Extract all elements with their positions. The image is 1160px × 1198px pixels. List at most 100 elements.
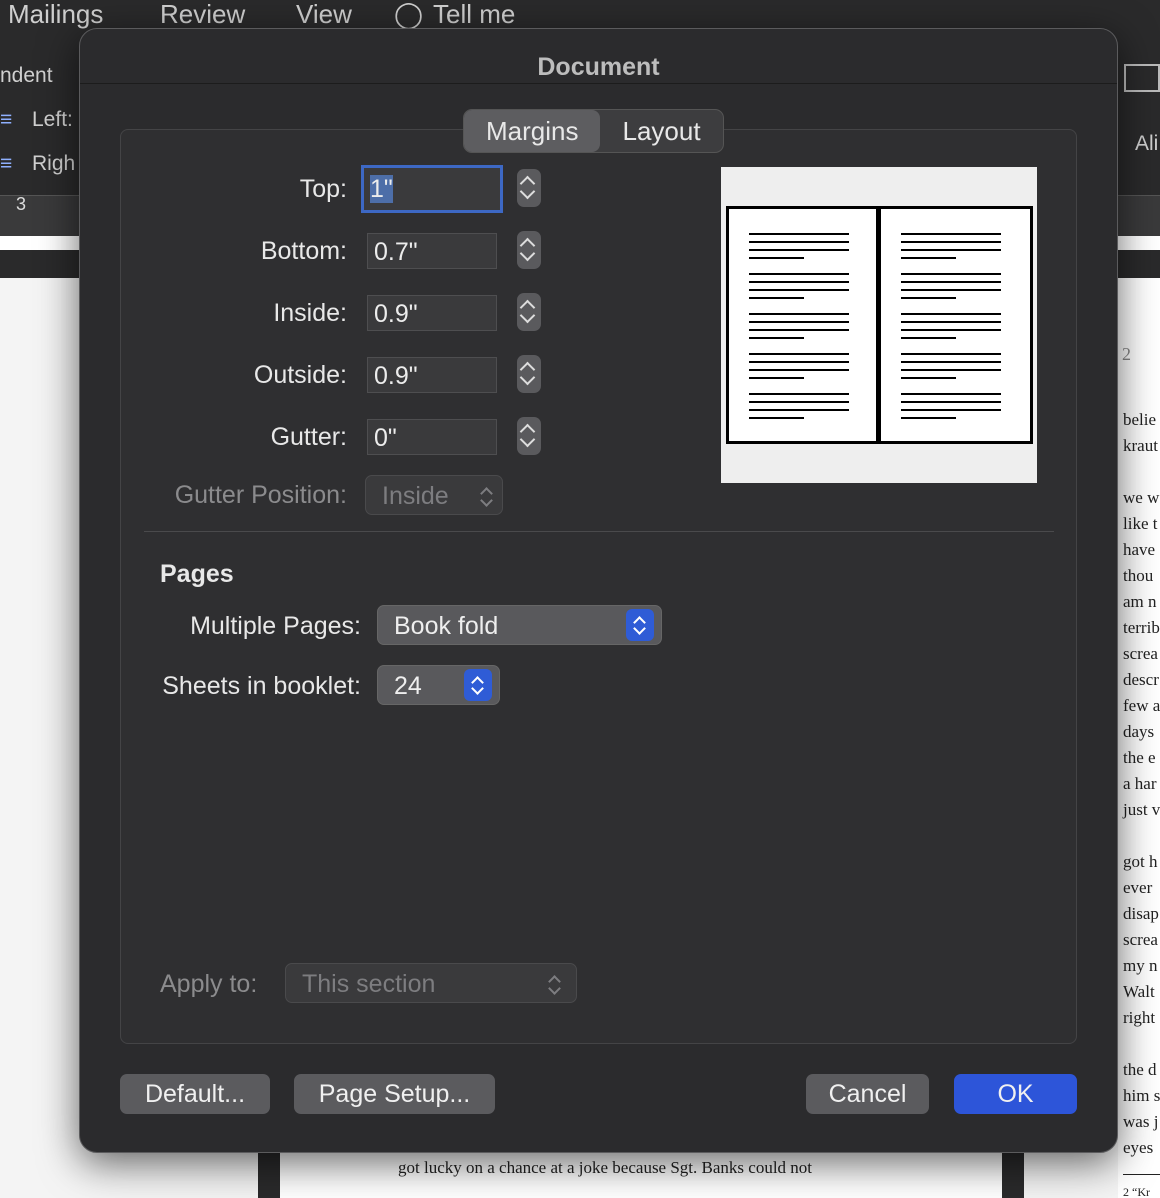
preview-text-line bbox=[901, 353, 1001, 355]
top-margin-stepper[interactable] bbox=[517, 169, 541, 207]
popup-arrows-icon bbox=[544, 964, 564, 1004]
indent-label: ndent bbox=[0, 64, 53, 87]
popup-arrows-icon bbox=[626, 609, 654, 641]
preview-text-line bbox=[749, 361, 849, 363]
page-text-line: we w bbox=[1123, 488, 1160, 507]
right-indent-label: Righ bbox=[32, 152, 76, 175]
page-text-line: days bbox=[1123, 722, 1155, 741]
preview-text-line bbox=[749, 369, 849, 371]
section-divider bbox=[144, 531, 1054, 532]
document-text-line: got lucky on a chance at a joke because … bbox=[398, 1158, 813, 1177]
page-text-line: kraut bbox=[1123, 436, 1158, 455]
page-text-line: screa bbox=[1123, 644, 1158, 663]
page-text-line: screa bbox=[1123, 930, 1158, 949]
preview-text-line bbox=[749, 329, 849, 331]
preview-text-line bbox=[749, 249, 849, 251]
preview-text-line bbox=[901, 257, 956, 259]
preview-text-line bbox=[749, 377, 804, 379]
preview-left-page-lines bbox=[749, 233, 859, 433]
margin-preview bbox=[721, 167, 1037, 483]
ruler-number: 3 bbox=[16, 194, 27, 214]
page-text-line: the e bbox=[1123, 748, 1156, 767]
bottom-margin-stepper[interactable] bbox=[517, 231, 541, 269]
inside-margin-stepper[interactable] bbox=[517, 293, 541, 331]
preview-text-line bbox=[901, 377, 956, 379]
gutter-position-popup[interactable]: Inside bbox=[365, 475, 503, 515]
preview-text-line bbox=[901, 369, 1001, 371]
page-text-line: terrib bbox=[1123, 618, 1160, 637]
page-text-line: just v bbox=[1123, 800, 1160, 819]
popup-arrows-icon bbox=[464, 669, 492, 701]
page-text-line: belie bbox=[1123, 410, 1157, 429]
top-margin-field[interactable]: 1" bbox=[361, 165, 503, 213]
preview-text-line bbox=[749, 281, 849, 283]
multiple-pages-popup[interactable]: Book fold bbox=[377, 605, 662, 645]
page-text-line: the d bbox=[1123, 1060, 1157, 1079]
footnote-separator bbox=[1123, 1174, 1160, 1175]
inside-margin-field[interactable]: 0.9" bbox=[367, 295, 497, 331]
preview-text-line bbox=[901, 329, 1001, 331]
preview-text-line bbox=[901, 361, 1001, 363]
bottom-label: Bottom: bbox=[260, 237, 347, 265]
page-text-line: was j bbox=[1123, 1112, 1159, 1131]
menu-review[interactable]: Review bbox=[160, 0, 245, 28]
page-text-line: thou bbox=[1123, 566, 1154, 585]
page-text-line: my n bbox=[1123, 956, 1158, 975]
preview-text-line bbox=[749, 401, 849, 403]
align-icon[interactable] bbox=[1124, 64, 1160, 92]
cancel-button[interactable]: Cancel bbox=[806, 1074, 929, 1114]
align-label: Ali bbox=[1135, 132, 1159, 155]
popup-arrows-icon bbox=[476, 476, 496, 516]
page-text-line: disap bbox=[1123, 904, 1159, 923]
gutter-field[interactable]: 0" bbox=[367, 419, 497, 455]
page-text-line: him s bbox=[1123, 1086, 1160, 1105]
tab-bar: Margins Layout bbox=[463, 109, 724, 153]
menu-view[interactable]: View bbox=[296, 0, 352, 28]
preview-text-line bbox=[901, 313, 1001, 315]
page-text-line: eyes bbox=[1123, 1138, 1154, 1157]
page-number: 2 bbox=[1122, 344, 1131, 364]
outside-margin-stepper[interactable] bbox=[517, 355, 541, 393]
preview-text-line bbox=[749, 273, 849, 275]
tab-layout[interactable]: Layout bbox=[600, 110, 722, 152]
title-divider bbox=[80, 83, 1117, 84]
gutter-position-label: Gutter Position: bbox=[174, 481, 347, 509]
ok-button[interactable]: OK bbox=[954, 1074, 1077, 1114]
preview-text-line bbox=[749, 393, 849, 395]
preview-text-line bbox=[749, 321, 849, 323]
preview-text-line bbox=[749, 409, 849, 411]
preview-text-line bbox=[901, 249, 1001, 251]
page-text-line: few a bbox=[1123, 696, 1160, 715]
page-text-line: descr bbox=[1123, 670, 1159, 689]
bottom-margin-field[interactable]: 0.7" bbox=[367, 233, 497, 269]
menu-mailings[interactable]: Mailings bbox=[8, 0, 103, 28]
page-setup-button[interactable]: Page Setup... bbox=[294, 1074, 495, 1114]
sheets-in-booklet-popup[interactable]: 24 bbox=[377, 665, 500, 705]
page-text-line: got h bbox=[1123, 852, 1158, 871]
apply-to-value: This section bbox=[302, 970, 436, 998]
outside-margin-field[interactable]: 0.9" bbox=[367, 357, 497, 393]
document-dialog: Document Margins Layout Top: 1" Bottom: … bbox=[79, 28, 1118, 1153]
preview-text-line bbox=[901, 241, 1001, 243]
apply-to-popup[interactable]: This section bbox=[285, 963, 577, 1003]
menu-tell-me[interactable]: Tell me bbox=[433, 0, 515, 28]
preview-text-line bbox=[901, 393, 1001, 395]
page-text-line: am n bbox=[1123, 592, 1157, 611]
preview-text-line bbox=[749, 257, 804, 259]
top-margin-value: 1" bbox=[370, 175, 393, 203]
left-indent-icon: ≡ bbox=[0, 108, 13, 131]
multiple-pages-label: Multiple Pages: bbox=[190, 612, 361, 640]
preview-text-line bbox=[901, 337, 956, 339]
preview-spine bbox=[876, 209, 881, 441]
preview-text-line bbox=[749, 353, 849, 355]
preview-text-line bbox=[749, 289, 849, 291]
gutter-position-value: Inside bbox=[382, 482, 449, 510]
gutter-stepper[interactable] bbox=[517, 417, 541, 455]
preview-text-line bbox=[901, 281, 1001, 283]
sheets-in-booklet-value: 24 bbox=[394, 672, 422, 700]
default-button[interactable]: Default... bbox=[120, 1074, 270, 1114]
next-document-page[interactable]: 2 belie kraut we w like t have thou am n terrib… bbox=[1118, 278, 1160, 1198]
tab-margins[interactable]: Margins bbox=[464, 110, 601, 152]
outside-label: Outside: bbox=[253, 361, 347, 389]
multiple-pages-value: Book fold bbox=[394, 612, 499, 640]
